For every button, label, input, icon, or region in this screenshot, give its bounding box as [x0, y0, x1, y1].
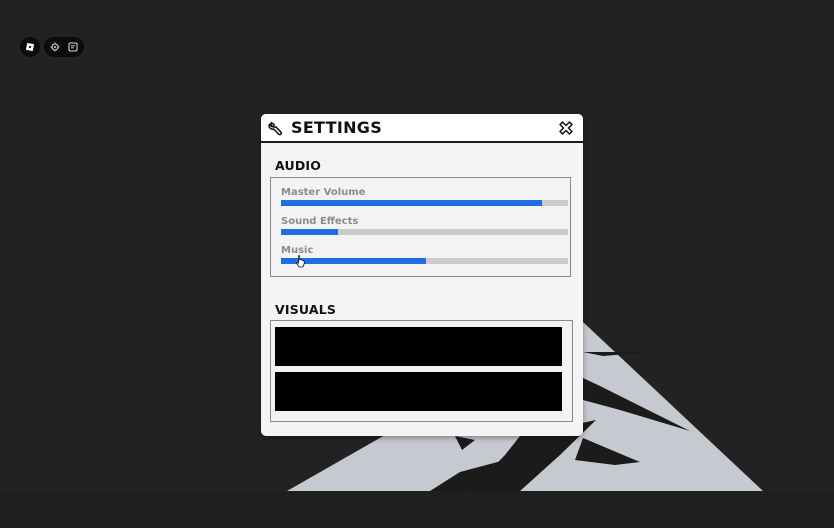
sound-effects-slider: Sound Effects [281, 216, 568, 235]
music-label: Music [281, 245, 314, 256]
music-track[interactable] [281, 258, 568, 264]
audio-panel: Master Volume Sound Effects Music [270, 177, 571, 277]
gear-icon[interactable] [50, 42, 60, 52]
sound-effects-label: Sound Effects [281, 216, 359, 227]
settings-title: SETTINGS [291, 118, 383, 137]
roblox-menu-button[interactable] [20, 37, 40, 57]
top-bar [20, 37, 84, 57]
roblox-menu-icon [25, 42, 35, 52]
visual-option-1[interactable] [275, 327, 562, 366]
hand-cursor-icon [296, 255, 305, 268]
master-volume-label: Master Volume [281, 187, 366, 198]
game-viewport: SETTINGS AUDIO Master Volume Sound Effec… [0, 0, 834, 528]
quick-actions-pill [44, 37, 84, 57]
close-icon[interactable] [558, 120, 574, 136]
master-volume-slider: Master Volume [281, 187, 568, 206]
master-volume-fill [281, 200, 543, 206]
sound-effects-fill [281, 229, 339, 235]
visual-option-2[interactable] [275, 372, 562, 411]
audio-section-title: AUDIO [275, 158, 322, 173]
master-volume-track[interactable] [281, 200, 568, 206]
visuals-panel [270, 320, 573, 422]
music-slider: Music [281, 245, 568, 264]
bottom-bar [0, 491, 834, 528]
wrench-icon [268, 121, 283, 136]
settings-window: SETTINGS AUDIO Master Volume Sound Effec… [261, 114, 583, 436]
settings-header: SETTINGS [261, 114, 583, 143]
visuals-section-title: VISUALS [275, 302, 337, 317]
sound-effects-track[interactable] [281, 229, 568, 235]
chat-icon[interactable] [68, 42, 78, 52]
